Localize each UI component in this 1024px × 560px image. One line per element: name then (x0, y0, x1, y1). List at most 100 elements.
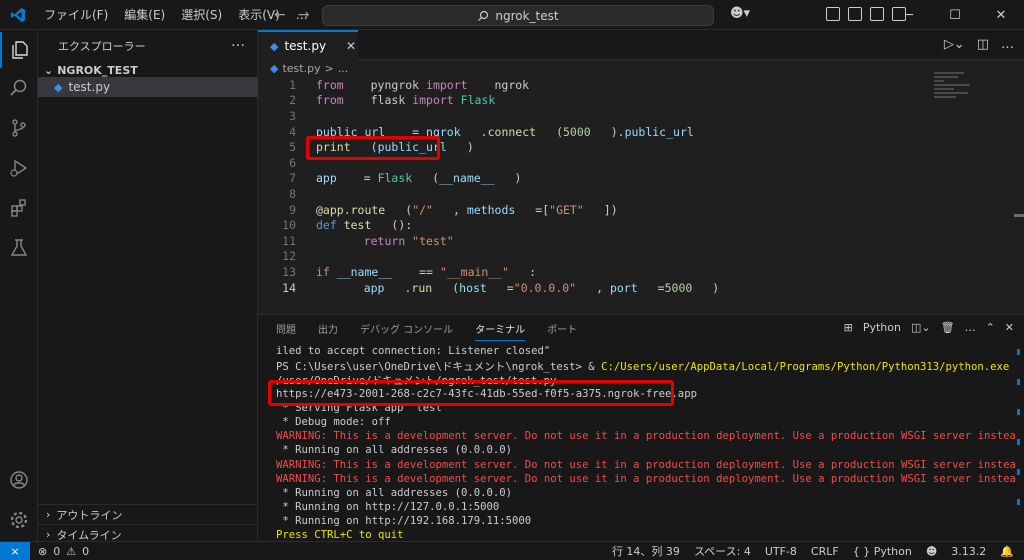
split-editor-icon[interactable]: ◫ (977, 37, 989, 52)
error-count[interactable]: 0 (53, 545, 60, 558)
forward-arrow-icon[interactable]: → (298, 7, 310, 23)
back-arrow-icon[interactable]: ← (274, 7, 286, 23)
breadcrumb: ◆ test.py > ... (270, 62, 348, 75)
remote-indicator-icon[interactable]: ⨯ (0, 541, 30, 560)
split-terminal-icon[interactable]: ◫⌄ (911, 321, 931, 334)
code-token: return (363, 233, 406, 248)
copilot-status-icon[interactable]: ☻ (926, 545, 937, 558)
code-text: from pyngrok import ngrok (296, 78, 529, 92)
code-line[interactable]: 10 def test (): (258, 217, 938, 233)
line-number: 4 (289, 124, 296, 139)
extensions-icon[interactable] (0, 190, 38, 226)
maximize-icon[interactable]: ☐ (932, 0, 978, 30)
warning-icon[interactable]: ⚠ (66, 545, 76, 558)
line-number: 10 (282, 218, 296, 233)
customize-layout-icon[interactable] (826, 7, 840, 21)
run-python-icon[interactable]: ▷⌄ (944, 37, 965, 52)
code-editor[interactable]: 1 from pyngrok import ngrok 2 from flask im… (258, 77, 938, 295)
code-line[interactable]: 9 @app.route ("/", methods =["GET"]) (258, 202, 938, 218)
code-token: pyngrok (363, 77, 427, 92)
code-line[interactable]: 1 from pyngrok import ngrok (258, 77, 938, 93)
search-view-icon[interactable] (0, 70, 38, 106)
more-actions-icon[interactable]: … (1001, 37, 1014, 52)
tab-ports[interactable]: ポート (547, 321, 577, 341)
cursor-position[interactable]: 行 14、列 39 (612, 543, 680, 559)
warning-count[interactable]: 0 (82, 545, 89, 558)
trash-icon[interactable]: 🗑 (941, 321, 955, 334)
search-icon (478, 10, 489, 21)
terminal-line: * Running on all addresses (0.0.0.0) (276, 444, 512, 457)
menu-file[interactable]: ファイル(F) (36, 0, 116, 30)
end-of-line[interactable]: CRLF (811, 545, 839, 558)
bottom-panel: 問題 出力 デバッグ コンソール ターミナル ポート ⊞ Python ◫⌄ 🗑… (258, 314, 1024, 541)
more-actions-icon[interactable]: … (965, 321, 976, 334)
maximize-panel-icon[interactable]: ⌃ (986, 321, 995, 334)
toggle-panel-icon[interactable] (870, 7, 884, 21)
source-control-icon[interactable] (0, 110, 38, 146)
run-debug-icon[interactable] (0, 150, 38, 186)
python-version[interactable]: 3.13.2 (951, 545, 986, 558)
terminal-line: iled to accept connection: Listener clos… (276, 345, 551, 357)
close-window-icon[interactable]: ✕ (978, 0, 1024, 30)
testing-flask-icon[interactable] (0, 230, 38, 266)
code-line[interactable]: 7 app = Flask (__name__) (258, 171, 938, 187)
code-line[interactable]: 11 return "test" (258, 233, 938, 249)
close-tab-icon[interactable]: ✕ (346, 39, 356, 53)
terminal-line: * Debug mode: off (276, 415, 391, 428)
copilot-icon[interactable]: ☻▾ (730, 6, 750, 21)
menu-selection[interactable]: 選択(S) (173, 0, 230, 30)
code-token: methods (466, 202, 516, 217)
code-text: if __name__ == "__main__": (296, 265, 536, 279)
minimize-icon[interactable]: ─ (886, 0, 932, 30)
code-text: app .run (host ="0.0.0.0", port =5000) (296, 280, 720, 295)
code-line[interactable]: 2 from flask import Flask (258, 93, 938, 109)
code-token: . (480, 124, 488, 139)
line-number: 12 (282, 249, 296, 264)
chevron-right-icon: › (46, 528, 51, 541)
minimap[interactable] (934, 72, 974, 112)
outline-section[interactable]: › アウトライン (38, 504, 258, 524)
sidebar-more-icon[interactable]: … (231, 34, 245, 50)
status-bar: ⨯ ⊗ 0 ⚠ 0 行 14、列 39 スペース: 4 UTF-8 CRLF {… (0, 541, 1024, 560)
line-number: 11 (282, 233, 296, 248)
breadcrumb-symbol[interactable]: ... (338, 62, 349, 75)
toggle-sidebar-icon[interactable] (848, 7, 862, 21)
code-token: . (404, 280, 412, 295)
line-number: 1 (289, 77, 296, 92)
tab-debug-console[interactable]: デバッグ コンソール (360, 321, 453, 341)
tab-output[interactable]: 出力 (318, 321, 338, 341)
tab-label: test.py (284, 39, 327, 53)
code-line[interactable]: 12 (258, 249, 938, 265)
code-line[interactable]: 13 if __name__ == "__main__": (258, 264, 938, 280)
code-token: port (609, 280, 638, 295)
indentation[interactable]: スペース: 4 (694, 543, 751, 559)
code-token: test (336, 218, 372, 233)
tab-terminal[interactable]: ターミナル (475, 321, 526, 341)
terminal-shell-label[interactable]: Python (863, 321, 901, 334)
error-icon[interactable]: ⊗ (38, 545, 47, 558)
terminal-script-path: c:/Users (1009, 361, 1017, 373)
code-line[interactable]: 3 (258, 108, 938, 124)
tab-problems[interactable]: 問題 (276, 321, 296, 341)
code-text: return "test" (296, 234, 454, 248)
encoding[interactable]: UTF-8 (765, 545, 797, 558)
close-panel-icon[interactable]: ✕ (1005, 321, 1014, 334)
ngrok-url-highlight (268, 380, 674, 406)
line-number: 8 (289, 186, 296, 201)
settings-gear-icon[interactable] (0, 502, 38, 538)
breadcrumb-file[interactable]: test.py (282, 62, 320, 75)
command-center-search[interactable]: ngrok_test (322, 5, 714, 26)
code-line[interactable]: 14 app .run (host ="0.0.0.0", port =5000) (258, 280, 938, 296)
terminal-output[interactable]: iled to accept connection: Listener clos… (276, 345, 1016, 544)
file-item-test-py[interactable]: ◆ test.py (38, 77, 258, 97)
language-mode[interactable]: { } Python (853, 545, 912, 558)
vscode-logo-icon[interactable] (0, 0, 36, 30)
explorer-icon[interactable] (0, 32, 38, 68)
account-icon[interactable] (0, 462, 38, 498)
menu-edit[interactable]: 編集(E) (116, 0, 173, 30)
editor-scrollbar[interactable] (1014, 214, 1024, 217)
notifications-bell-icon[interactable]: 🔔 (1000, 545, 1014, 558)
code-line[interactable]: 8 (258, 186, 938, 202)
tab-test-py[interactable]: ◆ test.py ✕ (258, 30, 358, 60)
